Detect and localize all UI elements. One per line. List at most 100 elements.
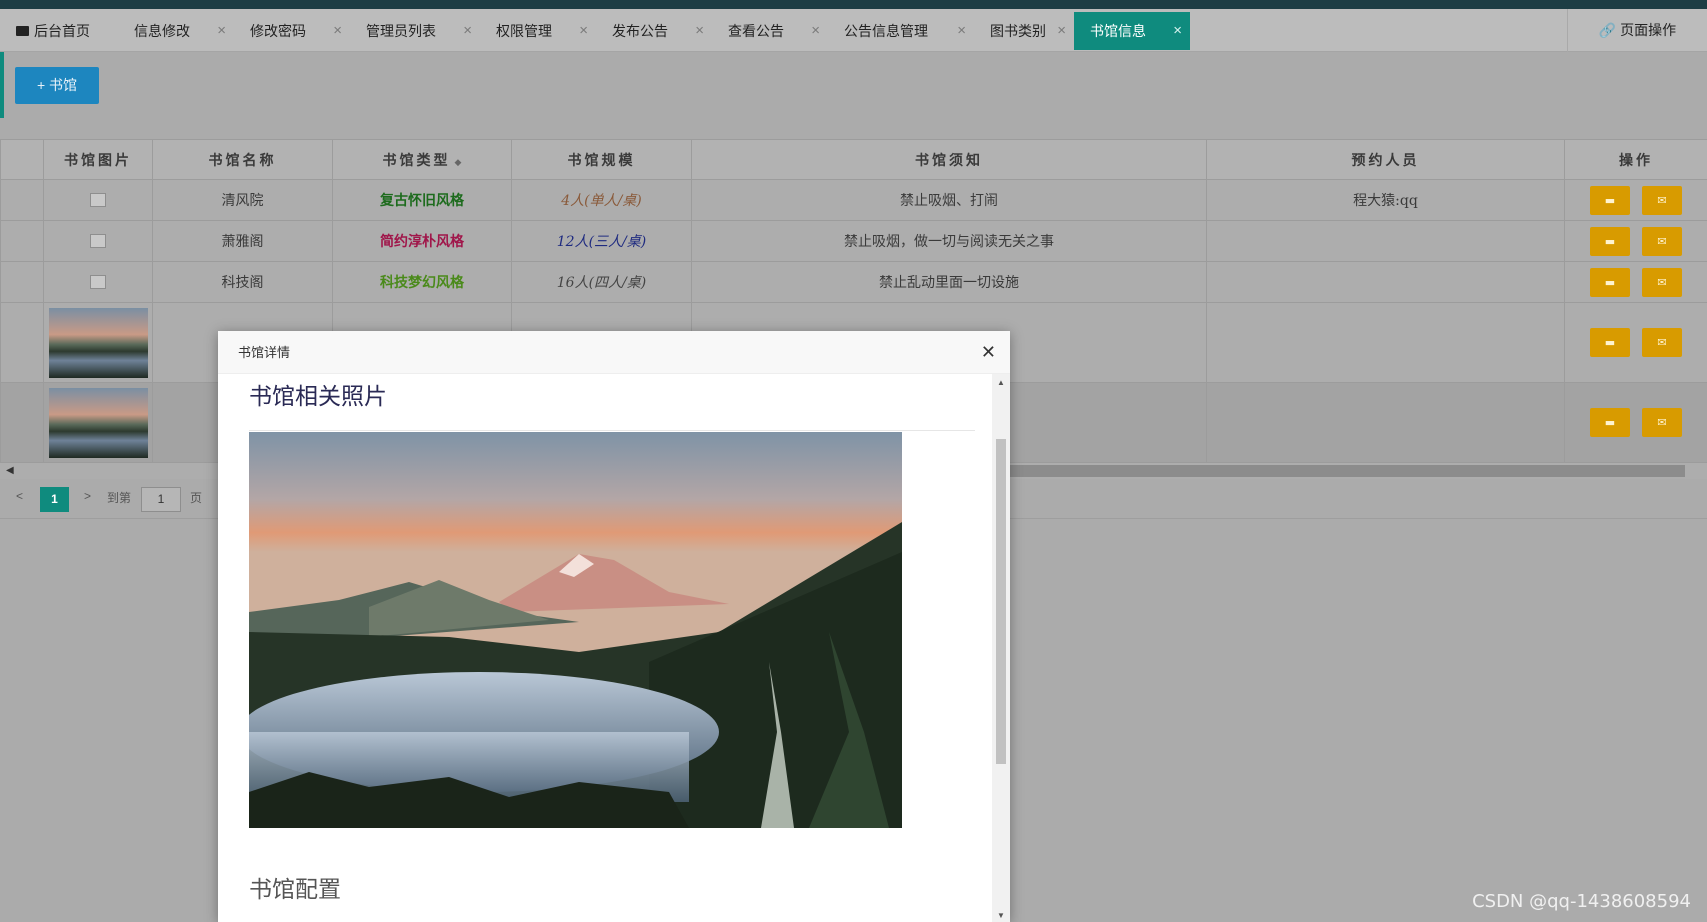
column-header: 书馆名称 [152,139,333,180]
tab-label: 发布公告 [612,23,668,39]
close-icon[interactable]: × [811,12,820,50]
tab-profile-edit[interactable]: 信息修改 × [118,12,234,50]
next-page-icon[interactable]: > [84,489,91,503]
tab-home[interactable]: 后台首页 [0,12,118,50]
delete-button[interactable]: ▬ [1590,328,1630,357]
edit-button[interactable]: ✉ [1642,267,1682,297]
notice-cell: 禁止吸烟、打闹 [691,179,1207,221]
tab-label: 查看公告 [728,23,784,39]
scroll-down-icon[interactable]: ▼ [997,911,1005,920]
name-cell: 萧雅阁 [152,220,333,262]
link-icon: 🔗 [1598,22,1617,38]
reservation-cell [1206,261,1565,303]
column-header: 预约人员 [1206,139,1565,180]
config-section-title: 书馆配置 [249,877,341,903]
sort-icon[interactable]: ◆ [455,158,462,168]
actions-cell: ▬ ✉ [1564,179,1707,221]
column-header-sortable[interactable]: 书馆类型 ◆ [332,139,512,180]
delete-button[interactable]: ▬ [1590,408,1630,437]
type-cell: 科技梦幻风格 [332,261,512,303]
scroll-up-icon[interactable]: ▲ [997,378,1005,387]
tab-permissions[interactable]: 权限管理 × [480,12,596,50]
column-header-label: 书馆类型 [382,152,451,169]
image-cell [43,220,153,262]
close-icon[interactable]: × [217,12,226,50]
table-header-row: 书馆图片 书馆名称 书馆类型 ◆ 书馆规模 书馆须知 预约人员 操作 [0,139,1707,180]
tab-bar: 后台首页 信息修改 × 修改密码 × 管理员列表 × 权限管理 × 发布公告 × 查看公告… [0,9,1707,52]
close-icon[interactable]: × [579,12,588,50]
broken-image-icon [90,275,106,289]
select-column-header [0,139,44,180]
tab-change-password[interactable]: 修改密码 × [234,12,350,50]
close-icon[interactable]: ✕ [981,331,996,374]
image-cell [43,179,153,221]
close-icon[interactable]: × [957,12,966,50]
edit-button[interactable]: ✉ [1642,328,1682,357]
library-thumbnail [48,387,148,458]
goto-page-input[interactable]: 1 [141,487,181,512]
broken-image-icon [90,234,106,248]
select-cell [0,382,44,463]
divider [249,430,975,431]
delete-button[interactable]: ▬ [1590,226,1630,256]
close-icon[interactable]: × [1173,12,1182,50]
table-row: 科技阁 科技梦幻风格 16人(四人/桌) 禁止乱动里面一切设施 ▬ ✉ [0,261,1707,303]
reservation-cell [1206,302,1565,383]
actions-cell: ▬ ✉ [1564,302,1707,383]
modal-vertical-scrollbar[interactable]: ▲ ▼ [992,374,1010,922]
column-header: 书馆须知 [691,139,1207,180]
tab-label: 后台首页 [34,23,90,39]
scale-cell: 12人(三人/桌) [511,220,692,262]
tab-publish-notice[interactable]: 发布公告 × [596,12,712,50]
tab-notice-management[interactable]: 公告信息管理 × [828,12,974,50]
current-page[interactable]: 1 [40,487,69,512]
image-cell [43,302,153,383]
broken-image-icon [90,193,106,207]
edit-button[interactable]: ✉ [1642,185,1682,215]
prev-page-icon[interactable]: < [16,489,23,503]
page-operations-button[interactable]: 🔗 页面操作 [1567,9,1707,52]
tab-label: 管理员列表 [366,23,436,39]
select-cell [0,179,44,221]
add-library-button[interactable]: + 书馆 [15,67,99,104]
close-icon[interactable]: × [333,12,342,50]
library-photo [249,432,902,828]
close-icon[interactable]: × [695,12,704,50]
type-cell: 简约淳朴风格 [332,220,512,262]
type-cell: 复古怀旧风格 [332,179,512,221]
scroll-left-icon[interactable]: ◀ [6,465,14,476]
select-cell [0,302,44,383]
tab-label: 公告信息管理 [844,23,928,39]
tab-view-notice[interactable]: 查看公告 × [712,12,828,50]
tab-label: 权限管理 [496,23,552,39]
name-cell: 清风院 [152,179,333,221]
tab-admin-list[interactable]: 管理员列表 × [350,12,480,50]
select-cell [0,261,44,303]
close-icon[interactable]: × [463,12,472,50]
reservation-cell [1206,382,1565,463]
image-cell [43,261,153,303]
close-icon[interactable]: × [1057,12,1066,50]
name-cell: 科技阁 [152,261,333,303]
edit-button[interactable]: ✉ [1642,408,1682,437]
tab-label: 信息修改 [134,23,190,39]
tab-library-info[interactable]: 书馆信息 × [1074,12,1190,50]
edit-button[interactable]: ✉ [1642,226,1682,256]
page-operations-label: 页面操作 [1620,22,1677,38]
scale-cell: 4人(单人/桌) [511,179,692,221]
scale-cell: 16人(四人/桌) [511,261,692,303]
select-cell [0,220,44,262]
watermark: CSDN @qq-1438608594 [1472,891,1691,912]
actions-cell: ▬ ✉ [1564,220,1707,262]
column-header: 操作 [1564,139,1707,180]
top-accent-bar [0,0,1707,9]
tab-book-category[interactable]: 图书类别 × [974,12,1074,50]
tab-label: 修改密码 [250,23,306,39]
delete-button[interactable]: ▬ [1590,185,1630,215]
delete-button[interactable]: ▬ [1590,267,1630,297]
notice-cell: 禁止乱动里面一切设施 [691,261,1207,303]
tab-label: 图书类别 [990,23,1046,39]
scrollbar-thumb[interactable] [1010,465,1685,477]
modal-title: 书馆详情 [238,345,291,360]
scrollbar-thumb[interactable] [996,439,1006,764]
